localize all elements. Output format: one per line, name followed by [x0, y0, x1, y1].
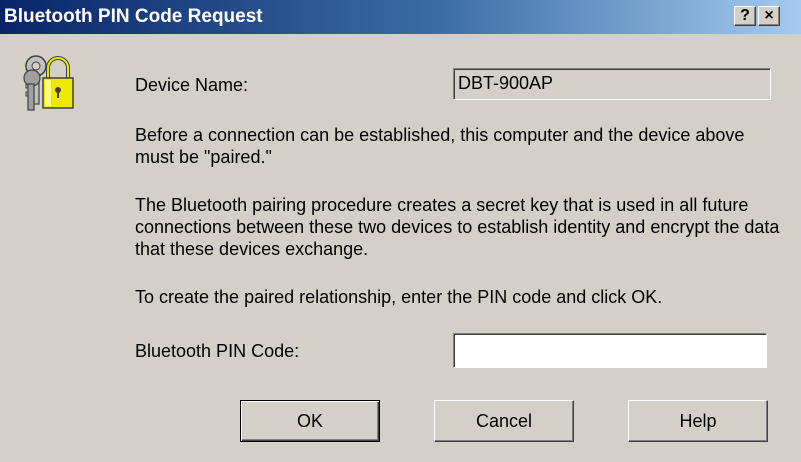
cancel-button[interactable]: Cancel — [434, 400, 574, 442]
pin-code-input[interactable] — [453, 333, 767, 368]
pairing-intro-text: Before a connection can be established, … — [135, 125, 745, 167]
device-name-field: DBT-900AP — [453, 68, 771, 100]
pairing-procedure-text: The Bluetooth pairing procedure creates … — [135, 195, 780, 259]
pin-code-label: Bluetooth PIN Code: — [135, 341, 300, 361]
help-title-button[interactable]: ? — [734, 6, 756, 26]
pairing-instruction-text: To create the paired relationship, enter… — [135, 287, 663, 307]
help-button[interactable]: Help — [628, 400, 768, 442]
device-name-label: Device Name: — [135, 75, 249, 95]
keys-and-padlock-icon — [22, 52, 76, 114]
pin-request-dialog: Bluetooth PIN Code Request ? × Device Na… — [0, 0, 801, 462]
title-bar[interactable]: Bluetooth PIN Code Request ? × — [0, 0, 801, 34]
ok-button[interactable]: OK — [240, 400, 380, 442]
close-button[interactable]: × — [758, 6, 780, 26]
window-title: Bluetooth PIN Code Request — [4, 6, 263, 27]
